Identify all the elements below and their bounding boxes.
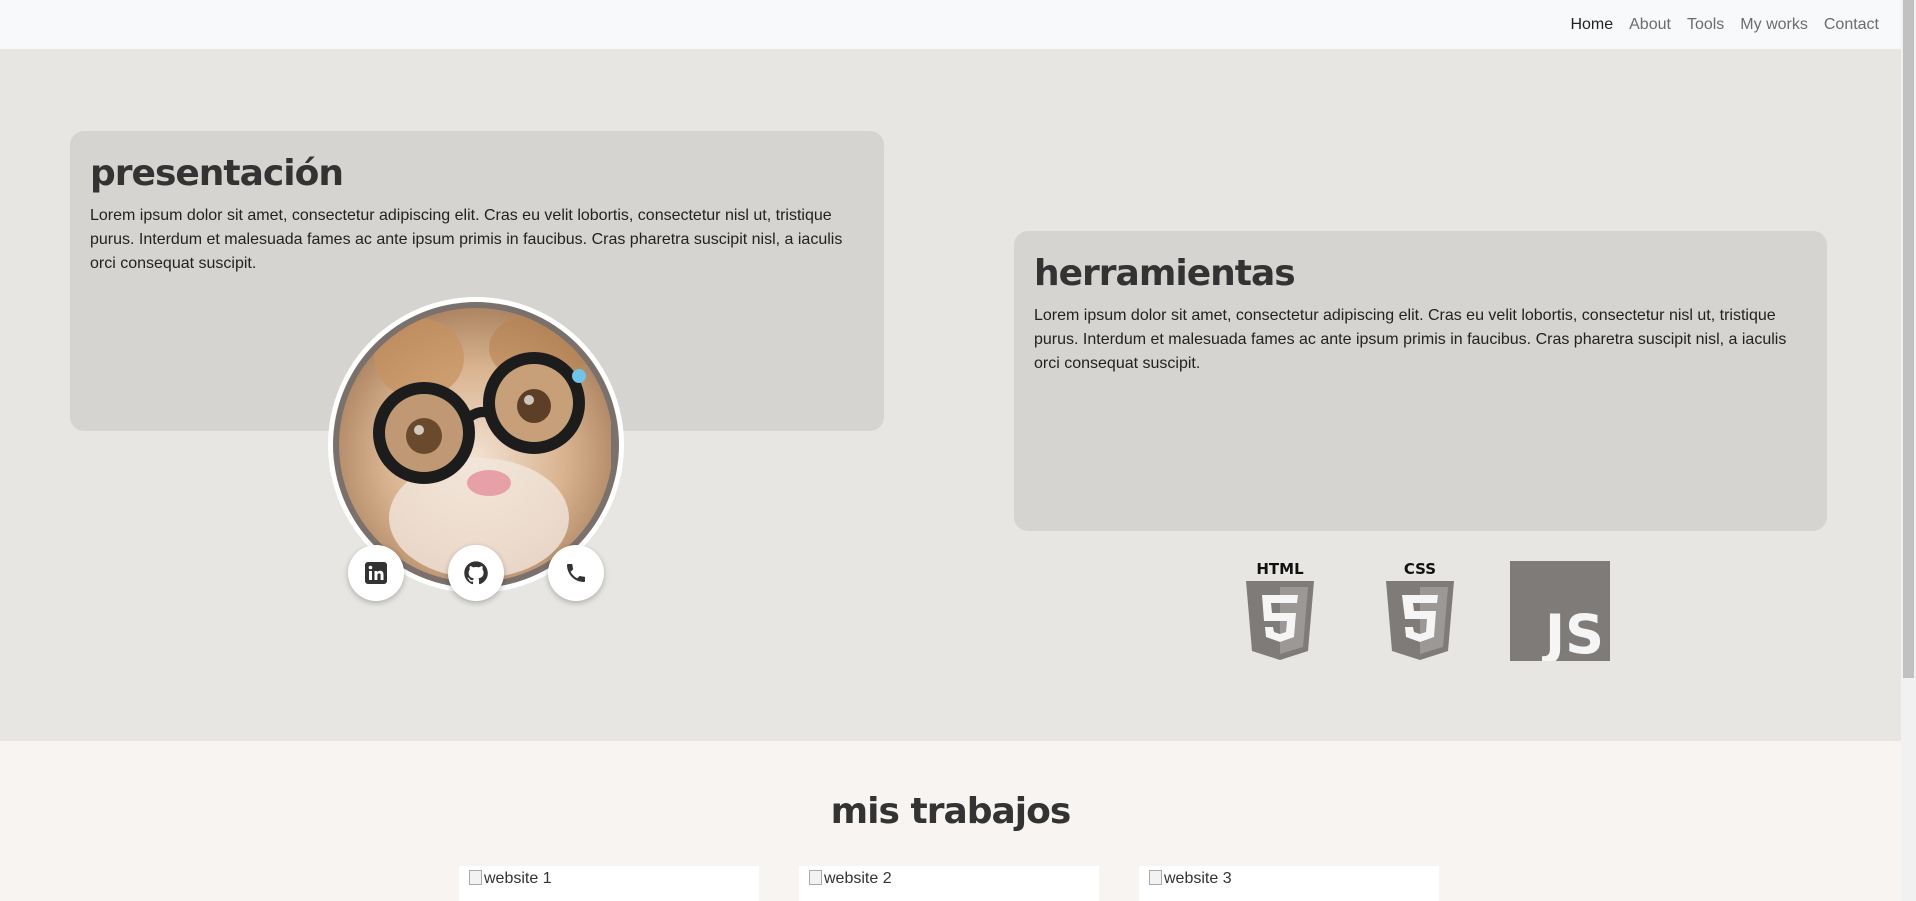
javascript-icon: JS — [1510, 561, 1610, 666]
phone-button[interactable] — [548, 545, 604, 601]
nav-contact[interactable]: Contact — [1824, 16, 1879, 34]
tools-title: herramientas — [1034, 253, 1296, 294]
linkedin-icon — [365, 562, 387, 584]
nav-links: Home About Tools My works Contact — [1570, 0, 1879, 50]
broken-image-icon — [809, 870, 822, 885]
github-button[interactable] — [448, 545, 504, 601]
scrollbar[interactable] — [1901, 0, 1916, 901]
hero-section: presentación Lorem ipsum dolor sit amet,… — [0, 50, 1901, 741]
nav-my-works[interactable]: My works — [1740, 16, 1808, 34]
phone-icon — [567, 564, 585, 582]
broken-image-icon — [469, 870, 482, 885]
presentation-title: presentación — [90, 153, 344, 194]
work-card-3[interactable]: website 3 — [1139, 866, 1439, 901]
css3-icon: CSS — [1384, 559, 1456, 661]
svg-text:JS: JS — [1541, 603, 1604, 661]
scroll-thumb[interactable] — [1903, 0, 1914, 678]
linkedin-button[interactable] — [348, 545, 404, 601]
nav-about[interactable]: About — [1629, 16, 1671, 34]
svg-text:HTML: HTML — [1256, 560, 1304, 578]
navbar: Home About Tools My works Contact — [0, 0, 1901, 50]
svg-text:CSS: CSS — [1404, 560, 1436, 578]
works-title: mis trabajos — [830, 791, 1072, 832]
nav-home[interactable]: Home — [1570, 16, 1613, 34]
work-card-1[interactable]: website 1 — [459, 866, 759, 901]
github-icon — [464, 561, 488, 585]
tools-card: herramientas Lorem ipsum dolor sit amet,… — [1014, 231, 1827, 531]
nav-tools[interactable]: Tools — [1687, 16, 1724, 34]
cat-with-glasses-photo — [339, 308, 613, 582]
works-section: mis trabajos website 1 website 2 website… — [0, 741, 1901, 901]
html5-icon: HTML — [1244, 559, 1316, 661]
presentation-text: Lorem ipsum dolor sit amet, consectetur … — [90, 207, 843, 272]
tools-text: Lorem ipsum dolor sit amet, consectetur … — [1034, 307, 1787, 372]
broken-image-icon — [1149, 870, 1162, 885]
work-card-2[interactable]: website 2 — [799, 866, 1099, 901]
